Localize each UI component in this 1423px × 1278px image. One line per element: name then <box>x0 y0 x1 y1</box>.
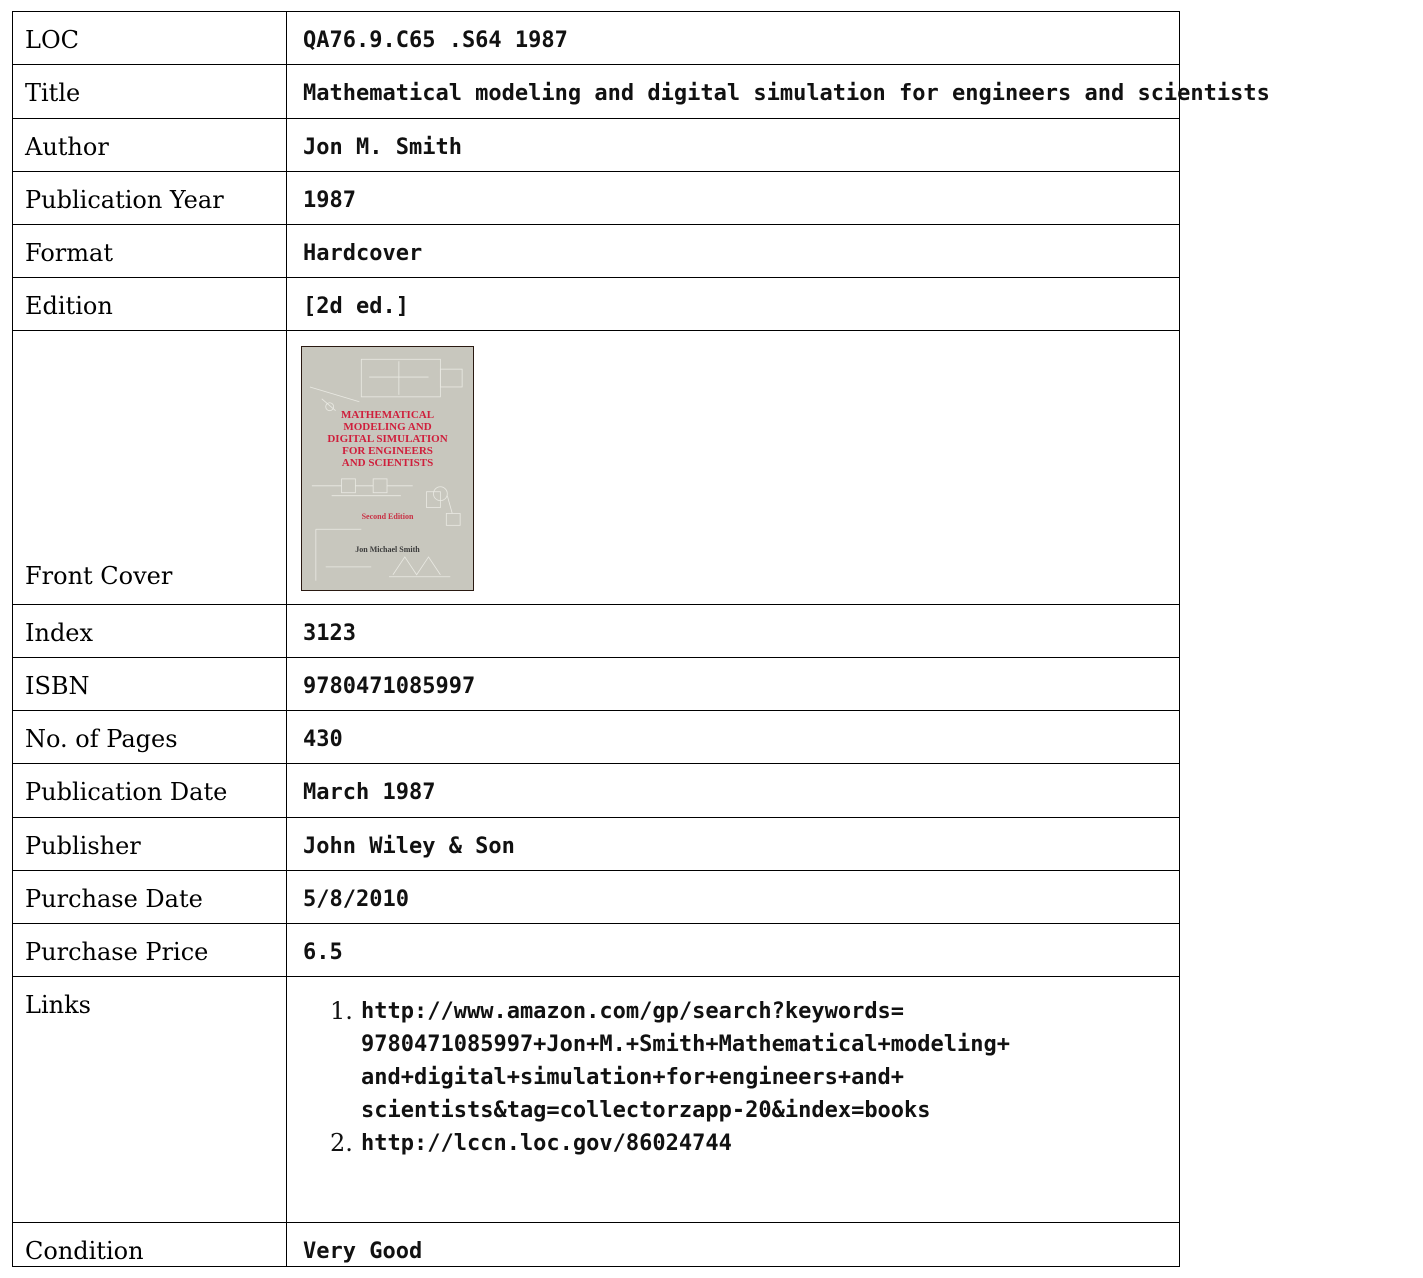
label-condition: Condition <box>12 1222 287 1267</box>
cover-title-line: AND SCIENTISTS <box>341 457 434 469</box>
link-line: http://www.amazon.com/gp/search?keywords… <box>361 999 905 1024</box>
label-pages: No. of Pages <box>12 710 287 764</box>
cover-title-line: DIGITAL SIMULATION <box>327 433 448 445</box>
cover-title-line: MATHEMATICAL <box>340 409 435 421</box>
value-condition: Very Good <box>286 1222 1180 1267</box>
value-publication-date: March 1987 <box>286 763 1180 818</box>
row-isbn: ISBN 9780471085997 <box>12 657 1180 711</box>
row-condition: Condition Very Good <box>12 1222 1180 1267</box>
value-publisher: John Wiley & Son <box>286 817 1180 871</box>
label-format: Format <box>12 224 287 278</box>
link-item: 2. http://lccn.loc.gov/86024744 <box>330 1127 1125 1160</box>
value-publication-year: 1987 <box>286 171 1180 225</box>
label-purchase-date: Purchase Date <box>12 870 287 924</box>
row-index: Index 3123 <box>12 604 1180 658</box>
row-title: Title Mathematical modeling and digital … <box>12 64 1270 119</box>
cover-title-line: FOR ENGINEERS <box>342 445 433 457</box>
label-publication-year: Publication Year <box>12 171 287 225</box>
row-purchase-date: Purchase Date 5/8/2010 <box>12 870 1180 924</box>
link-line: and+digital+simulation+for+engineers+and… <box>361 1065 905 1090</box>
label-title: Title <box>12 64 287 119</box>
link-number: 2. <box>330 1129 353 1157</box>
front-cover-image: MATHEMATICAL MODELING AND DIGITAL SIMULA… <box>301 346 474 591</box>
links-list: 1. http://www.amazon.com/gp/search?keywo… <box>330 995 1179 1160</box>
label-publisher: Publisher <box>12 817 287 871</box>
label-publication-date: Publication Date <box>12 763 287 818</box>
lccn-link[interactable]: http://lccn.loc.gov/86024744 <box>361 1127 1125 1160</box>
value-title: Mathematical modeling and digital simula… <box>286 64 1270 119</box>
link-line: 9780471085997+Jon+M.+Smith+Mathematical+… <box>361 1032 1011 1057</box>
amazon-search-link[interactable]: http://www.amazon.com/gp/search?keywords… <box>361 995 1125 1127</box>
label-edition: Edition <box>12 277 287 331</box>
links-cell: 1. http://www.amazon.com/gp/search?keywo… <box>286 976 1180 1223</box>
label-purchase-price: Purchase Price <box>12 923 287 977</box>
label-links: Links <box>12 976 287 1223</box>
value-author: Jon M. Smith <box>286 118 1180 172</box>
row-purchase-price: Purchase Price 6.5 <box>12 923 1180 977</box>
value-pages: 430 <box>286 710 1180 764</box>
row-links: Links 1. http://www.amazon.com/gp/search… <box>12 976 1180 1223</box>
value-loc: QA76.9.C65 .S64 1987 <box>286 11 1180 65</box>
link-line: http://lccn.loc.gov/86024744 <box>361 1131 732 1156</box>
label-front-cover: Front Cover <box>12 330 287 605</box>
front-cover-cell: MATHEMATICAL MODELING AND DIGITAL SIMULA… <box>286 330 1180 605</box>
row-publication-date: Publication Date March 1987 <box>12 763 1180 818</box>
value-index: 3123 <box>286 604 1180 658</box>
value-purchase-date: 5/8/2010 <box>286 870 1180 924</box>
row-format: Format Hardcover <box>12 224 1180 278</box>
cover-author-text: Jon Michael Smith <box>355 545 420 554</box>
cover-edition-text: Second Edition <box>361 512 414 521</box>
link-item: 1. http://www.amazon.com/gp/search?keywo… <box>330 995 1125 1127</box>
row-author: Author Jon M. Smith <box>12 118 1180 172</box>
row-loc: LOC QA76.9.C65 .S64 1987 <box>12 11 1180 65</box>
label-author: Author <box>12 118 287 172</box>
cover-title-text: MATHEMATICAL MODELING AND DIGITAL SIMULA… <box>304 409 471 469</box>
cover-title-line: MODELING AND <box>343 421 432 433</box>
row-front-cover: Front Cover MATHEMATICAL MODELING AND DI… <box>12 330 1180 605</box>
row-edition: Edition [2d ed.] <box>12 277 1180 331</box>
link-number: 1. <box>330 997 353 1025</box>
row-publication-year: Publication Year 1987 <box>12 171 1180 225</box>
value-format: Hardcover <box>286 224 1180 278</box>
row-pages: No. of Pages 430 <box>12 710 1180 764</box>
value-isbn: 9780471085997 <box>286 657 1180 711</box>
row-publisher: Publisher John Wiley & Son <box>12 817 1180 871</box>
book-record-table: LOC QA76.9.C65 .S64 1987 Title Mathemati… <box>12 11 1270 1267</box>
link-line: scientists&tag=collectorzapp-20&index=bo… <box>361 1098 931 1123</box>
value-purchase-price: 6.5 <box>286 923 1180 977</box>
value-edition: [2d ed.] <box>286 277 1180 331</box>
label-index: Index <box>12 604 287 658</box>
label-loc: LOC <box>12 11 287 65</box>
label-isbn: ISBN <box>12 657 287 711</box>
